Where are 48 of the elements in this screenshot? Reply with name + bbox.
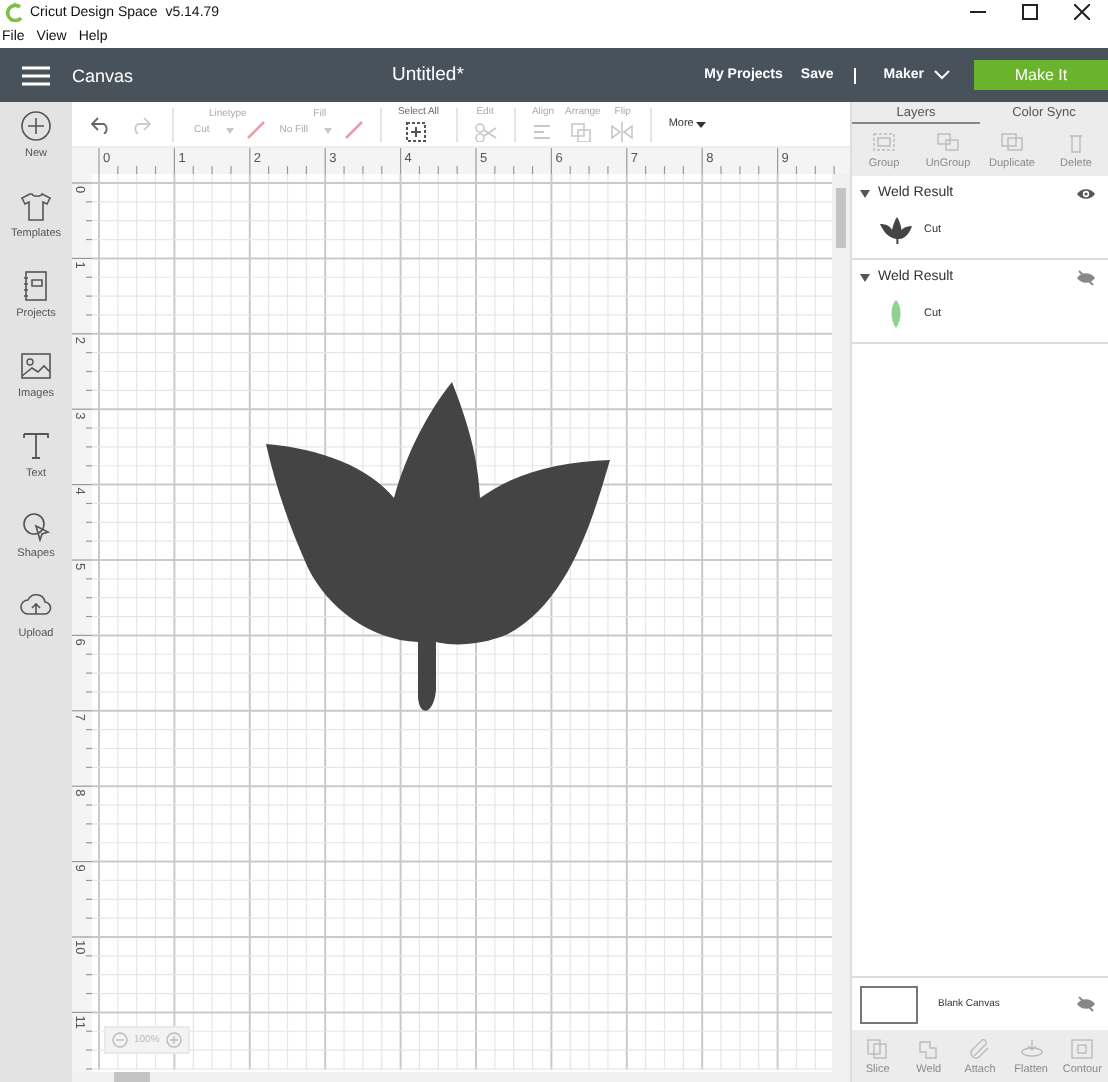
eye-icon[interactable]	[1076, 185, 1096, 201]
caret-icon	[695, 121, 706, 127]
close-icon	[1074, 4, 1090, 20]
slice-icon	[865, 1037, 890, 1059]
arrange-icon	[570, 122, 595, 142]
scroll-thumb[interactable]	[114, 1072, 150, 1082]
duplicate-icon	[1000, 131, 1024, 153]
weld-icon	[916, 1037, 941, 1059]
shirt-icon	[19, 190, 52, 222]
shapes-icon	[20, 510, 52, 542]
paperclip-icon	[967, 1037, 992, 1059]
scrollbar[interactable]	[72, 1072, 850, 1082]
canvas-swatch	[860, 985, 918, 1023]
no-color-swatch	[343, 120, 364, 140]
flatten-icon	[1019, 1037, 1044, 1059]
text-icon	[20, 430, 52, 462]
trash-icon	[1064, 131, 1088, 153]
scroll-thumb[interactable]	[836, 188, 846, 248]
caret-icon	[225, 127, 234, 133]
expand-triangle-icon	[860, 189, 870, 197]
plus-icon	[20, 110, 52, 142]
section-title: Canvas	[72, 65, 136, 85]
zoom-out-button[interactable]	[112, 1032, 128, 1048]
menu-icon	[22, 65, 50, 85]
zoom-in-button[interactable]	[165, 1032, 182, 1048]
scissors-icon	[473, 122, 498, 142]
image-icon	[19, 350, 52, 382]
ungroup-icon	[936, 131, 960, 153]
plus-icon	[165, 1032, 182, 1048]
scrollbar[interactable]	[832, 174, 850, 1072]
contour-icon	[1070, 1037, 1095, 1059]
group-icon	[872, 131, 896, 153]
no-color-swatch	[245, 120, 266, 140]
maximize-icon	[1022, 4, 1038, 20]
flip-icon	[610, 122, 635, 142]
align-icon	[531, 122, 556, 142]
document-title: Untitled*	[392, 64, 464, 86]
minus-icon	[112, 1032, 128, 1048]
eye-hidden-icon[interactable]	[1076, 996, 1096, 1012]
caret-icon	[323, 127, 332, 133]
select-all-icon	[406, 122, 431, 142]
app-logo-icon	[6, 2, 24, 22]
notebook-icon	[20, 270, 52, 302]
redo-icon	[130, 115, 152, 133]
undo-icon	[90, 115, 112, 133]
chevron-down-icon	[934, 70, 950, 80]
expand-triangle-icon	[860, 273, 870, 281]
eye-hidden-icon[interactable]	[1076, 269, 1096, 285]
